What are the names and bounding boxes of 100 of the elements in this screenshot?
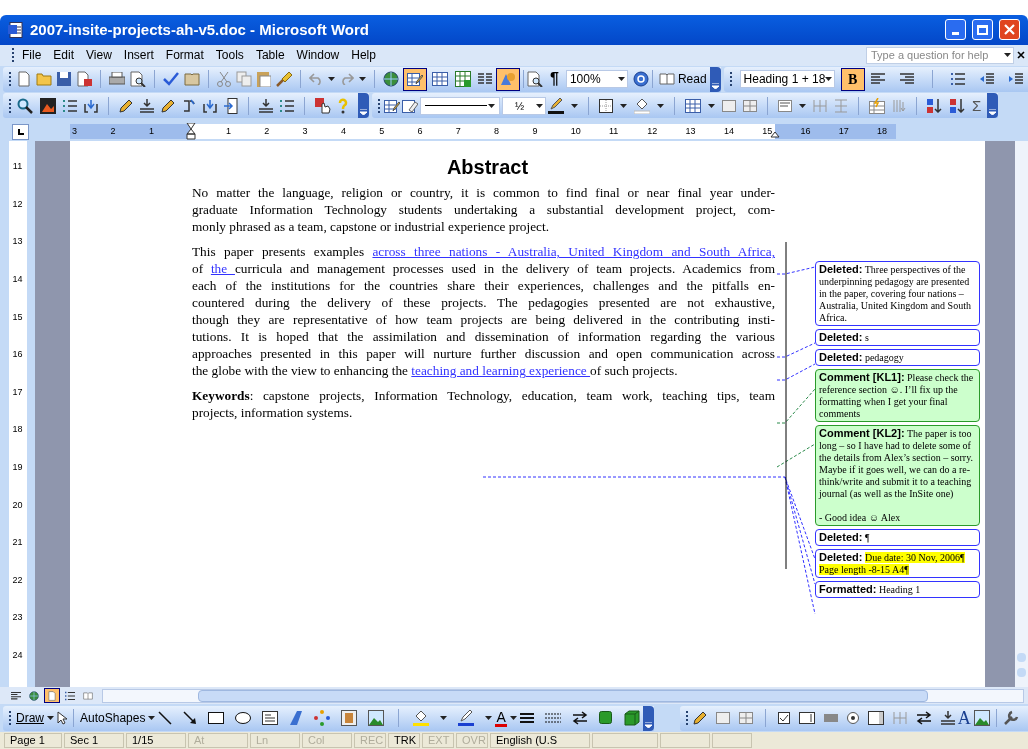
font-color-button[interactable]: A — [495, 709, 507, 727]
tray-arrow-icon[interactable] — [259, 99, 273, 113]
outdent-arrow-icon[interactable] — [979, 73, 994, 86]
caret-icon[interactable] — [620, 104, 627, 108]
menu-item[interactable]: Window — [290, 47, 346, 64]
double-arrows-icon[interactable] — [571, 711, 588, 726]
bracket-arrow-icon[interactable] — [203, 99, 217, 113]
table-grid-icon[interactable] — [432, 72, 448, 87]
scissors-icon[interactable] — [217, 71, 231, 88]
sort-up-icon[interactable] — [950, 99, 966, 113]
caret-icon[interactable] — [485, 716, 493, 721]
table-lightning-icon[interactable] — [869, 98, 885, 114]
autosum-button[interactable]: Σ — [968, 94, 986, 118]
draw-menu-button[interactable]: Draw — [16, 709, 54, 728]
magnifier-icon[interactable] — [17, 98, 33, 114]
oval-icon[interactable] — [235, 712, 252, 725]
wrench-icon[interactable] — [1002, 710, 1019, 727]
shapes-button[interactable] — [496, 67, 520, 91]
view-button[interactable] — [44, 688, 60, 704]
pencil-icon[interactable] — [161, 99, 175, 113]
menu-item[interactable]: Table — [249, 47, 291, 64]
tray-arrow-icon[interactable] — [140, 99, 154, 113]
tab-selector[interactable] — [12, 123, 29, 140]
line-weight-dropdown[interactable]: ½ — [502, 97, 546, 115]
menu-item[interactable]: Insert — [117, 47, 160, 64]
paint-bucket-icon[interactable] — [634, 98, 650, 114]
line-icon[interactable] — [158, 711, 173, 726]
vertical-scrollbar[interactable] — [1015, 141, 1028, 688]
clipboard-icon[interactable] — [257, 71, 271, 88]
caret-icon[interactable] — [509, 716, 517, 721]
text-box-icon[interactable] — [262, 711, 279, 726]
autoshapes-menu-button[interactable]: AutoShapes — [80, 709, 156, 728]
deleted-balloon[interactable]: Deleted: pedagogy — [815, 349, 980, 367]
border-grid-icon[interactable] — [599, 99, 613, 113]
bracket-arrow-icon[interactable] — [84, 99, 98, 113]
pen-underline-icon[interactable] — [458, 710, 475, 727]
menu-item[interactable]: Edit — [47, 47, 81, 64]
radio-icon[interactable] — [846, 712, 859, 725]
deleted-balloon[interactable]: Deleted: Due date: 30 Nov, 2006¶ Page length -8-15 A4¶ — [815, 549, 980, 579]
book-icon[interactable] — [184, 72, 200, 87]
minimize-button[interactable] — [945, 19, 966, 41]
picture-icon[interactable] — [40, 98, 56, 114]
dash-lines-icon[interactable] — [544, 713, 561, 724]
line-weights-icon[interactable] — [519, 713, 534, 724]
toolbar-options-button[interactable] — [358, 93, 369, 119]
page-icon[interactable] — [17, 71, 31, 88]
arrow-icon[interactable] — [183, 711, 198, 726]
page-magnifier-icon[interactable] — [527, 71, 543, 88]
rectangle-icon[interactable] — [208, 712, 225, 725]
columns-icon[interactable] — [478, 73, 492, 86]
split-cells-icon[interactable] — [743, 100, 757, 112]
caret-icon[interactable] — [328, 77, 335, 82]
menu-item[interactable]: Format — [159, 47, 210, 64]
show-hide-button[interactable]: ¶ — [550, 67, 559, 92]
landscape-icon[interactable] — [368, 710, 385, 727]
rounded-square-icon[interactable] — [598, 711, 613, 726]
rotate-arrow-icon[interactable] — [182, 99, 196, 113]
indent-arrow-icon[interactable] — [1008, 73, 1023, 86]
toolbar-options-button[interactable] — [709, 66, 721, 92]
caret-icon[interactable] — [571, 104, 578, 108]
spreadsheet-icon[interactable] — [455, 71, 471, 88]
horizontal-scrollbar[interactable] — [102, 688, 1024, 703]
sort-down-icon[interactable] — [927, 99, 943, 113]
numbered-list-icon[interactable] — [63, 99, 77, 113]
table-pencil-icon[interactable] — [384, 98, 400, 114]
right-indent-marker-icon[interactable] — [770, 131, 780, 139]
brush-icon[interactable] — [276, 71, 292, 88]
cube-icon[interactable] — [623, 710, 640, 727]
line-style-dropdown[interactable] — [420, 97, 500, 115]
deleted-balloon[interactable]: Deleted: ¶ — [815, 529, 980, 547]
caret-icon[interactable] — [657, 104, 664, 108]
globe-icon[interactable] — [383, 71, 399, 88]
help-search-field[interactable]: Type a question for help — [866, 46, 1014, 64]
page-lock-icon[interactable] — [76, 71, 92, 88]
split-cells-icon[interactable] — [738, 712, 753, 725]
label-tool-button[interactable]: A — [957, 704, 971, 732]
list-box-icon[interactable] — [867, 711, 884, 726]
checkmark-icon[interactable] — [163, 72, 179, 87]
merge-cells-icon[interactable] — [722, 100, 736, 112]
tray-arrow-icon[interactable] — [940, 711, 955, 726]
printer-icon[interactable] — [109, 72, 125, 87]
slanted-bars-icon[interactable] — [289, 710, 304, 727]
caret-icon[interactable] — [359, 77, 366, 82]
menu-item[interactable]: Help — [345, 47, 382, 64]
caret-icon[interactable] — [799, 104, 806, 108]
toolbar-options-button[interactable] — [987, 93, 999, 119]
caret-icon[interactable] — [440, 716, 448, 721]
bold-button[interactable]: B — [840, 67, 865, 91]
deleted-balloon[interactable]: Deleted: s — [815, 329, 980, 347]
page-magnifier-icon[interactable] — [130, 71, 146, 88]
menu-item[interactable]: File — [16, 47, 48, 64]
numbered-list-icon[interactable] — [280, 99, 294, 113]
double-arrows-icon[interactable] — [915, 711, 932, 726]
pencil-icon[interactable] — [119, 99, 133, 113]
cursor-arrow-icon[interactable] — [57, 711, 67, 726]
merge-cells-icon[interactable] — [715, 712, 730, 725]
close-icon[interactable] — [1017, 51, 1025, 60]
horizontal-ruler[interactable] — [70, 124, 896, 140]
question-mark-icon[interactable] — [338, 98, 348, 114]
dot-ring-icon[interactable] — [314, 710, 331, 727]
